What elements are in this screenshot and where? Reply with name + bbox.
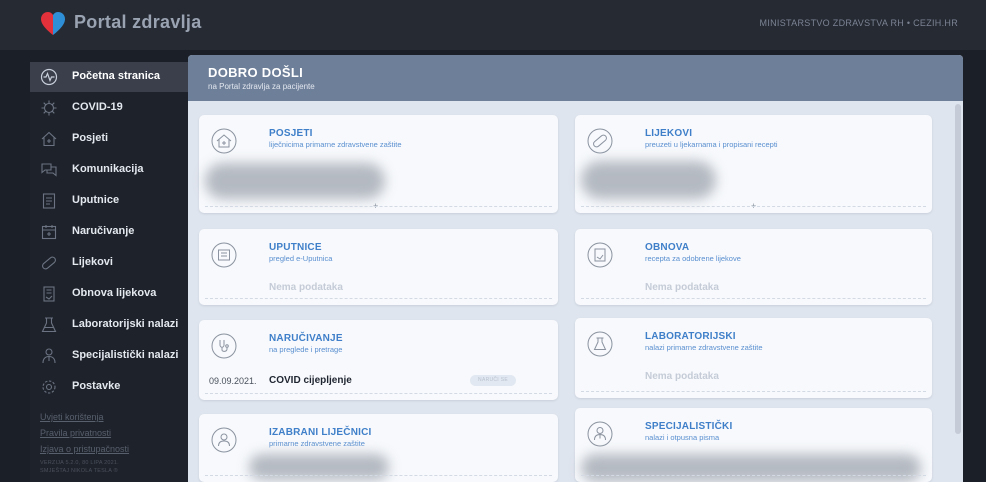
sidebar-item-label: Obnova lijekova (72, 287, 157, 299)
card-posjeti[interactable]: POSJETI liječnicima primarne zdravstvene… (199, 115, 558, 213)
card-subtitle: liječnicima primarne zdravstvene zaštite (269, 140, 402, 149)
sidebar-item-home[interactable]: Početna stranica (30, 62, 188, 92)
redacted-content (581, 454, 921, 482)
terms-link[interactable]: Uvjeti korištenja (40, 412, 104, 422)
card-title: LABORATORIJSKI (645, 331, 736, 342)
sidebar-item-label: COVID-19 (72, 101, 123, 113)
stethoscope-icon (211, 333, 237, 359)
top-bar: Portal zdravlja MINISTARSTVO ZDRAVSTVA R… (0, 0, 986, 50)
card-title: IZABRANI LIJEČNICI (269, 427, 372, 438)
card-specijalisticki[interactable]: SPECIJALISTIČKI nalazi i otpusna pisma (575, 408, 932, 482)
prescription-icon (43, 286, 55, 302)
pill-icon (42, 256, 56, 270)
sidebar-item-postavke[interactable]: Postavke (30, 372, 188, 402)
version-text: VERZIJA 5.2.0, 80 LIPA 2021. (40, 460, 119, 466)
card-title: LIJEKOVI (645, 128, 693, 139)
page-subtitle: na Portal zdravlja za pacijente (208, 82, 315, 91)
sidebar-item-covid[interactable]: COVID-19 (30, 93, 188, 123)
prescription-icon (587, 242, 613, 268)
flask-icon (587, 331, 613, 357)
card-subtitle: nalazi primarne zdravstvene zaštite (645, 343, 763, 352)
virus-icon (41, 100, 57, 116)
redacted-content (249, 454, 389, 480)
sidebar-item-label: Početna stranica (72, 70, 161, 82)
sidebar-item-posjeti[interactable]: Posjeti (30, 124, 188, 154)
sidebar-item-label: Lijekovi (72, 256, 113, 268)
card-narucivanje[interactable]: NARUČIVANJE na preglede i pretrage 09.09… (199, 320, 558, 400)
sidebar-item-label: Komunikacija (72, 163, 144, 175)
calendar-icon (41, 225, 57, 240)
sidebar-item-label: Uputnice (72, 194, 120, 206)
house-icon (211, 128, 237, 154)
pill-icon (587, 128, 613, 154)
sidebar-item-narucivanje[interactable]: Naručivanje (30, 217, 188, 247)
appointment-date: 09.09.2021. (209, 376, 257, 386)
sidebar: Početna stranica COVID-19 Posjeti Komuni… (30, 62, 188, 482)
accessibility-link[interactable]: Izjava o pristupačnosti (40, 444, 129, 454)
card-title: SPECIJALISTIČKI (645, 421, 733, 432)
chat-icon (41, 163, 57, 177)
expand-icon[interactable]: + (751, 201, 756, 211)
card-subtitle: preuzeti u ljekarnama i propisani recept… (645, 140, 778, 149)
sidebar-item-specijalisticki[interactable]: Specijalistički nalazi (30, 341, 188, 371)
card-subtitle: primarne zdravstvene zaštite (269, 439, 365, 448)
version-text: SMJEŠTAJ NIKOLA TESLA ® (40, 468, 118, 474)
doctor-icon (42, 348, 56, 364)
document-icon (42, 193, 56, 209)
ministry-link[interactable]: MINISTARSTVO ZDRAVSTVA RH • CEZIH.HR (760, 18, 958, 28)
card-subtitle: recepta za odobrene lijekove (645, 254, 741, 263)
flask-icon (41, 317, 57, 333)
doctor-icon (587, 421, 613, 447)
card-laboratorijski[interactable]: LABORATORIJSKI nalazi primarne zdravstve… (575, 318, 932, 398)
house-icon (41, 131, 57, 147)
card-title: POSJETI (269, 128, 313, 139)
sidebar-item-uputnice[interactable]: Uputnice (30, 186, 188, 216)
card-subtitle: nalazi i otpusna pisma (645, 433, 720, 442)
scrollbar[interactable] (955, 104, 961, 434)
card-subtitle: na preglede i pretrage (269, 345, 343, 354)
book-button[interactable]: NARUČI SE (470, 375, 516, 386)
sidebar-item-label: Specijalistički nalazi (72, 349, 179, 361)
sidebar-item-label: Postavke (72, 380, 121, 392)
redacted-content (205, 163, 385, 199)
appointment-name: COVID cijepljenje (269, 375, 352, 386)
card-uputnice[interactable]: UPUTNICE pregled e-Uputnica Nema podatak… (199, 229, 558, 305)
document-icon (211, 242, 237, 268)
doctor-icon (211, 427, 237, 453)
logo-text[interactable]: Portal zdravlja (74, 12, 202, 33)
card-title: UPUTNICE (269, 242, 322, 253)
gear-icon (42, 380, 56, 394)
sidebar-item-komunikacija[interactable]: Komunikacija (30, 155, 188, 185)
sidebar-item-obnova[interactable]: Obnova lijekova (30, 279, 188, 309)
heart-logo-icon[interactable] (40, 11, 66, 37)
privacy-link[interactable]: Pravila privatnosti (40, 428, 111, 438)
redacted-content (581, 161, 716, 199)
sidebar-item-label: Laboratorijski nalazi (72, 318, 179, 330)
activity-icon (40, 68, 58, 86)
card-obnova[interactable]: OBNOVA recepta za odobrene lijekove Nema… (575, 229, 932, 305)
card-subtitle: pregled e-Uputnica (269, 254, 333, 263)
card-izabrani-lijecnici[interactable]: IZABRANI LIJEČNICI primarne zdravstvene … (199, 414, 558, 482)
card-title: OBNOVA (645, 242, 690, 253)
card-lijekovi[interactable]: LIJEKOVI preuzeti u ljekarnama i propisa… (575, 115, 932, 213)
sidebar-item-lijekovi[interactable]: Lijekovi (30, 248, 188, 278)
empty-state-text: Nema podataka (645, 282, 719, 293)
empty-state-text: Nema podataka (645, 371, 719, 382)
sidebar-item-label: Posjeti (72, 132, 109, 144)
card-title: NARUČIVANJE (269, 333, 343, 344)
sidebar-item-laboratorijski[interactable]: Laboratorijski nalazi (30, 310, 188, 340)
page-title: DOBRO DOŠLI (208, 65, 304, 80)
expand-icon[interactable]: + (373, 201, 378, 211)
empty-state-text: Nema podataka (269, 282, 343, 293)
welcome-banner: DOBRO DOŠLI na Portal zdravlja za pacije… (188, 55, 963, 101)
sidebar-item-label: Naručivanje (72, 225, 135, 237)
